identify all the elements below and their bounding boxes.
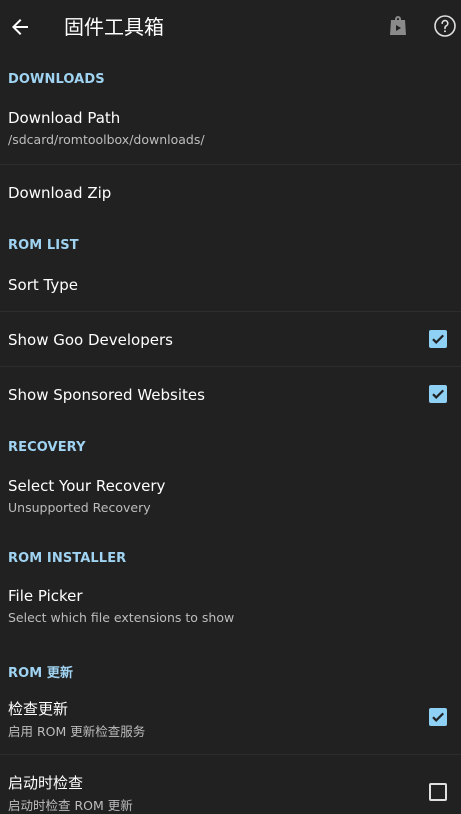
pref-check-update[interactable]: 检查更新 启用 ROM 更新检查服务 xyxy=(0,688,461,752)
toolbar: 固件工具箱 xyxy=(0,0,461,54)
pref-title: Download Path xyxy=(8,109,121,127)
section-header-rom-installer: ROM INSTALLER xyxy=(8,551,127,566)
store-bag-icon[interactable] xyxy=(386,14,410,38)
checkbox-check-on-start[interactable] xyxy=(429,783,447,801)
help-circle-icon[interactable] xyxy=(433,14,457,38)
section-header-rom-update: ROM 更新 xyxy=(8,666,74,681)
checkbox-check-update[interactable] xyxy=(429,708,447,726)
pref-title: Select Your Recovery xyxy=(8,477,166,495)
pref-title: Download Zip xyxy=(8,184,112,202)
section-header-downloads: DOWNLOADS xyxy=(8,72,105,87)
pref-file-picker[interactable]: File Picker Select which file extensions… xyxy=(0,579,461,635)
pref-download-zip[interactable]: Download Zip xyxy=(0,165,461,221)
pref-title: Show Goo Developers xyxy=(8,331,173,349)
checkbox-show-sponsored-websites[interactable] xyxy=(429,385,447,403)
pref-show-sponsored-websites[interactable]: Show Sponsored Websites xyxy=(0,367,461,421)
pref-show-goo-developers[interactable]: Show Goo Developers xyxy=(0,312,461,366)
pref-summary: /sdcard/romtoolbox/downloads/ xyxy=(8,132,205,147)
pref-title: File Picker xyxy=(8,587,83,605)
pref-summary: Select which file extensions to show xyxy=(8,610,235,625)
pref-select-recovery[interactable]: Select Your Recovery Unsupported Recover… xyxy=(0,468,461,524)
checkbox-show-goo-developers[interactable] xyxy=(429,330,447,348)
section-header-recovery: RECOVERY xyxy=(8,440,86,455)
pref-summary: 启动时检查 ROM 更新 xyxy=(8,798,133,813)
pref-sort-type[interactable]: Sort Type xyxy=(0,262,461,310)
back-arrow-icon[interactable] xyxy=(8,15,32,39)
pref-title: Sort Type xyxy=(8,276,78,294)
pref-summary: Unsupported Recovery xyxy=(8,500,151,515)
pref-summary: 启用 ROM 更新检查服务 xyxy=(8,724,146,739)
pref-download-path[interactable]: Download Path /sdcard/romtoolbox/downloa… xyxy=(0,100,461,164)
section-header-rom-list: ROM LIST xyxy=(8,238,79,253)
pref-title: 检查更新 xyxy=(8,700,69,718)
pref-title: Show Sponsored Websites xyxy=(8,386,205,404)
page-title: 固件工具箱 xyxy=(64,15,164,39)
pref-check-on-start[interactable]: 启动时检查 启动时检查 ROM 更新 xyxy=(0,755,461,813)
pref-title: 启动时检查 xyxy=(8,774,84,792)
